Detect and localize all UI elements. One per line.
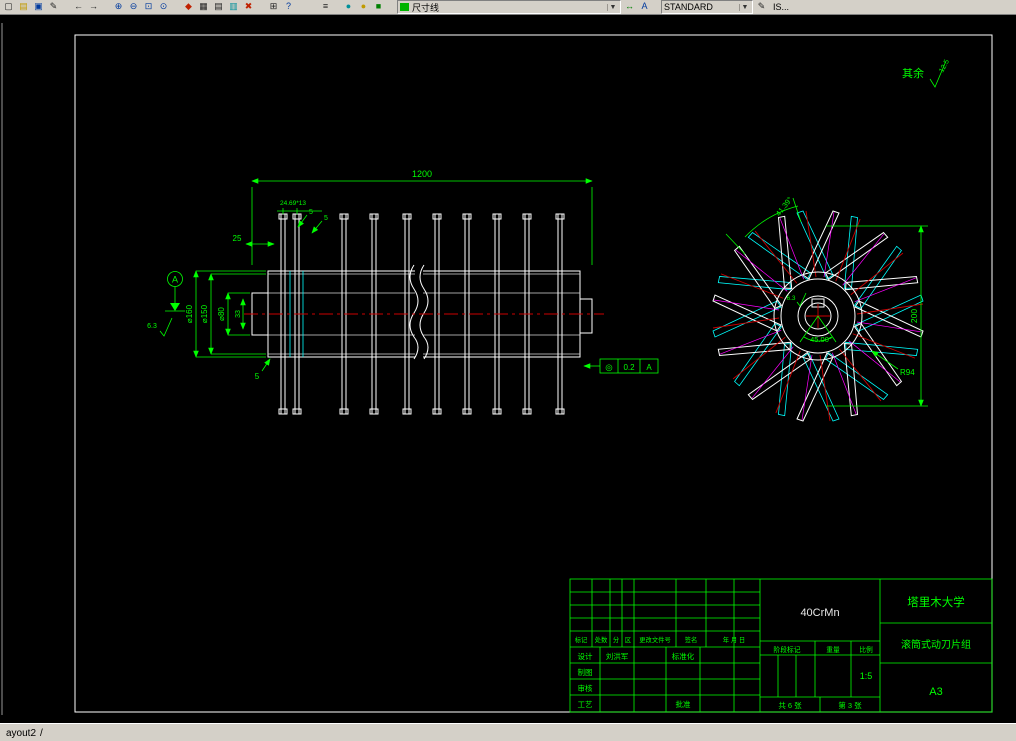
tb-scale-label: 比例 [859,645,873,654]
chevron-down-icon[interactable]: ▼ [607,3,618,11]
layer-color-green-icon[interactable]: ■ [372,1,385,13]
table-icon[interactable]: ▦ [197,1,210,13]
end-finish-value: 6.3 [786,295,795,302]
dim-d150: ⌀150 [200,304,209,323]
tb-header-mark: 标记 [575,635,588,644]
new-file-icon[interactable]: ▢ [2,1,15,13]
general-note: 其余 12.5 [902,59,951,88]
dim-angle2: 45.00° [810,335,832,344]
dim-r94: R94 [900,368,915,377]
text-tool-icon[interactable]: A [638,1,651,13]
tb-header-sign: 签名 [685,635,698,644]
dim-angle1: 41.39° [774,195,795,218]
toolbar-right-label: IS... [773,2,790,12]
surface-finish-icon [159,317,173,337]
tb-part-title: 滚筒式动刀片组 [901,638,971,651]
title-block: 标记 处数 分 区 更改文件号 签名 年 月 日 设计 刘洪军 标准化 制图 审… [569,578,993,713]
tb-weight-label: 重量 [826,646,840,654]
tb-material: 40CrMn [800,607,839,619]
cad-window: ▢ ▤ ▣ ✎ ← → ⊕ ⊖ ⊡ ⊙ ◆ ▦ ▤ ▥ ✖ ⊞ ? ≡ ● ● … [0,0,1016,741]
help-icon[interactable]: ? [282,1,295,13]
dim-5-top1: 5 [309,209,313,216]
layer-color-cyan-icon[interactable]: ● [342,1,355,13]
toolbar: ▢ ▤ ▣ ✎ ← → ⊕ ⊖ ⊡ ⊙ ◆ ▦ ▤ ▥ ✖ ⊞ ? ≡ ● ● … [0,0,1016,15]
dim-length: 1200 [412,169,432,179]
tb-stage-label: 阶段标记 [773,645,800,654]
dim-25: 25 [233,234,242,243]
zoom-window-icon[interactable]: ⊡ [142,1,155,13]
dim-style-combo[interactable]: 尺寸线 ▼ [397,0,621,14]
sheet-set-icon[interactable]: ▥ [227,1,240,13]
tb-organization: 塔里木大学 [907,595,965,609]
tb-approve-label: 批准 [676,699,691,709]
tb-design-label: 设计 [578,651,593,661]
dim-5-top2: 5 [324,215,328,222]
tab-layout2[interactable]: ayout2 [2,728,41,739]
zoom-extents-icon[interactable]: ⊙ [157,1,170,13]
tb-header-zone-b: 区 [625,636,631,644]
tb-process-label: 工艺 [578,700,593,709]
grid-icon[interactable]: ⊞ [267,1,280,13]
dim-dia200: 200 [909,309,919,323]
end-view-dimensions: 41.39° 200 45.00° R94 6.3 [725,195,928,407]
drawing-canvas[interactable]: 其余 12.5 1200 24.69*13 5 5 25 ⌀160 ⌀150 ⌀… [0,15,1016,723]
layer-color-yellow-icon[interactable]: ● [357,1,370,13]
datum-label: A [172,275,178,285]
text-style-value: STANDARD [664,2,713,12]
side-view-dimensions: 1200 24.69*13 5 5 25 ⌀160 ⌀150 ⌀80 33 A … [147,169,659,381]
tolerance-value: 0.2 [623,363,635,372]
tb-header-date: 年 月 日 [723,635,745,644]
note-value: 12.5 [938,59,951,74]
tb-sheet-size: A3 [929,686,942,698]
text-style-combo[interactable]: STANDARD ▼ [661,0,753,14]
tb-header-count: 处数 [595,635,608,644]
redo-icon[interactable]: → [87,1,100,13]
tb-sheet-no: 第 3 张 [838,700,862,710]
erase-icon[interactable]: ✖ [242,1,255,13]
zoom-out-icon[interactable]: ⊖ [127,1,140,13]
tb-draft-label: 制图 [578,667,593,677]
tb-header-zone-a: 分 [613,635,620,644]
dim-pitch: 24.69*13 [280,200,306,207]
tolerance-symbol: ◎ [605,362,613,372]
note-label: 其余 [902,66,924,80]
dim-d80: ⌀80 [217,307,226,321]
dimension-icon[interactable]: ↔ [623,1,636,13]
tb-scale-value: 1:5 [860,671,873,681]
edit-text-icon[interactable]: ✎ [755,1,768,13]
status-bar: ayout2 / [0,723,1016,741]
tb-header-doc-no: 更改文件号 [639,635,670,644]
dim-d160: ⌀160 [185,304,194,323]
datum-triangle-icon [170,303,180,311]
tb-check-label: 审核 [578,683,593,693]
match-properties-icon[interactable]: ◆ [182,1,195,13]
dim-style-preview-icon [400,3,409,11]
dim-5-bottom: 5 [255,372,260,381]
open-file-icon[interactable]: ▤ [17,1,30,13]
table-style-icon[interactable]: ▤ [212,1,225,13]
chevron-down-icon[interactable]: ▼ [739,3,750,11]
right-stub-shaft [579,298,593,334]
save-icon[interactable]: ▣ [32,1,45,13]
layers-icon[interactable]: ≡ [319,1,332,13]
tab-separator: / [40,728,43,739]
tb-standardize-label: 标准化 [672,651,695,661]
undo-icon[interactable]: ← [72,1,85,13]
edit-pencil-icon[interactable]: ✎ [47,1,60,13]
drawing-svg: 其余 12.5 1200 24.69*13 5 5 25 ⌀160 ⌀150 ⌀… [1,23,993,715]
side-view [244,213,604,415]
break-mask [415,266,423,358]
finish-value: 6.3 [147,323,157,330]
zoom-in-icon[interactable]: ⊕ [112,1,125,13]
tb-designer-name: 刘洪军 [606,651,629,661]
dim-33: 33 [235,310,242,318]
tolerance-datum: A [646,363,652,372]
tb-sheets-total: 共 6 张 [778,701,802,710]
dim-style-value: 尺寸线 [412,2,440,13]
